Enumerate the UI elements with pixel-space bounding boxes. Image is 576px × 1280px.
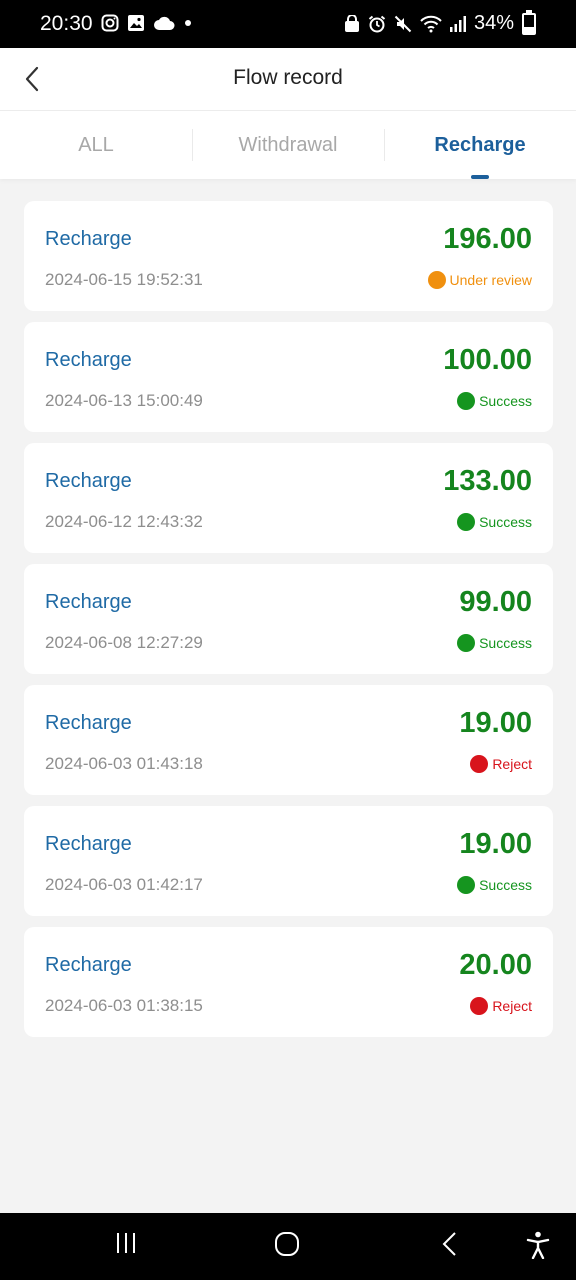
record-type: Recharge bbox=[45, 470, 132, 492]
record-type: Recharge bbox=[45, 228, 132, 250]
record-amount: 19.00 bbox=[459, 707, 532, 739]
filter-tabs: ALL Withdrawal Recharge bbox=[0, 111, 576, 179]
record-list: Recharge 2024-06-15 19:52:31 196.00 Unde… bbox=[24, 201, 553, 1048]
recent-apps-icon bbox=[117, 1233, 135, 1253]
status-label: Success bbox=[479, 393, 532, 409]
tab-label: ALL bbox=[78, 134, 114, 156]
tab-label: Recharge bbox=[434, 134, 526, 156]
app-header: Flow record bbox=[0, 48, 576, 111]
system-nav-bar bbox=[0, 1213, 576, 1280]
record-amount: 100.00 bbox=[443, 344, 532, 376]
wifi-icon bbox=[420, 15, 442, 32]
gallery-icon bbox=[128, 15, 144, 31]
record-type: Recharge bbox=[45, 591, 132, 613]
record-date: 2024-06-15 19:52:31 bbox=[45, 270, 203, 289]
record-amount: 99.00 bbox=[459, 586, 532, 618]
status-badge: Under review bbox=[427, 271, 532, 289]
mute-icon bbox=[394, 15, 412, 32]
status-badge: Success bbox=[457, 634, 532, 652]
status-label: Under review bbox=[449, 272, 532, 288]
home-icon bbox=[275, 1232, 299, 1256]
record-card[interactable]: Recharge 2024-06-03 01:43:18 19.00 Rejec… bbox=[24, 685, 553, 795]
active-tab-indicator bbox=[471, 175, 489, 179]
status-label: Success bbox=[479, 635, 532, 651]
record-card[interactable]: Recharge 2024-06-03 01:38:15 20.00 Rejec… bbox=[24, 927, 553, 1037]
cloud-icon bbox=[154, 16, 175, 30]
record-date: 2024-06-13 15:00:49 bbox=[45, 391, 203, 410]
record-date: 2024-06-03 01:43:18 bbox=[45, 754, 203, 773]
tab-withdrawal[interactable]: Withdrawal bbox=[192, 111, 384, 179]
page-title: Flow record bbox=[233, 66, 343, 89]
status-label: Success bbox=[479, 877, 532, 893]
lock-icon bbox=[344, 14, 359, 32]
status-badge: Success bbox=[457, 876, 532, 894]
status-right: 34% bbox=[344, 9, 536, 35]
tab-label: Withdrawal bbox=[238, 134, 338, 156]
record-amount: 196.00 bbox=[443, 223, 532, 255]
status-dot-icon bbox=[427, 271, 446, 289]
instagram-icon bbox=[101, 14, 119, 32]
status-dot-icon bbox=[457, 634, 476, 652]
accessibility-icon bbox=[526, 1231, 550, 1260]
status-badge: Success bbox=[457, 392, 532, 410]
status-dot-icon bbox=[457, 392, 476, 410]
battery-icon bbox=[522, 9, 536, 35]
tab-all[interactable]: ALL bbox=[0, 111, 192, 179]
record-date: 2024-06-12 12:43:32 bbox=[45, 512, 203, 531]
record-type: Recharge bbox=[45, 712, 132, 734]
record-type: Recharge bbox=[45, 954, 132, 976]
record-amount: 19.00 bbox=[459, 828, 532, 860]
battery-percent: 34% bbox=[473, 12, 514, 34]
alarm-icon bbox=[368, 15, 386, 32]
record-card[interactable]: Recharge 2024-06-08 12:27:29 99.00 Succe… bbox=[24, 564, 553, 674]
tab-recharge[interactable]: Recharge bbox=[384, 111, 576, 179]
record-date: 2024-06-03 01:42:17 bbox=[45, 875, 203, 894]
signal-icon bbox=[449, 15, 466, 32]
status-badge: Reject bbox=[470, 997, 532, 1015]
record-date: 2024-06-03 01:38:15 bbox=[45, 996, 203, 1015]
record-card[interactable]: Recharge 2024-06-13 15:00:49 100.00 Succ… bbox=[24, 322, 553, 432]
record-type: Recharge bbox=[45, 349, 132, 371]
record-type: Recharge bbox=[45, 833, 132, 855]
home-button[interactable] bbox=[274, 1231, 300, 1262]
status-badge: Success bbox=[457, 513, 532, 531]
back-chevron-icon bbox=[442, 1232, 456, 1256]
notification-icons bbox=[101, 14, 193, 32]
status-label: Success bbox=[479, 514, 532, 530]
accessibility-button[interactable] bbox=[526, 1231, 550, 1264]
recent-apps-button[interactable] bbox=[114, 1231, 138, 1260]
record-card[interactable]: Recharge 2024-06-15 19:52:31 196.00 Unde… bbox=[24, 201, 553, 311]
record-amount: 20.00 bbox=[459, 949, 532, 981]
status-badge: Reject bbox=[470, 755, 532, 773]
status-label: Reject bbox=[492, 998, 532, 1014]
dot-icon bbox=[185, 20, 191, 26]
system-back-button[interactable] bbox=[438, 1231, 462, 1262]
record-card[interactable]: Recharge 2024-06-03 01:42:17 19.00 Succe… bbox=[24, 806, 553, 916]
status-dot-icon bbox=[457, 876, 476, 894]
status-dot-icon bbox=[470, 755, 489, 773]
status-bar: 20:30 34% bbox=[0, 0, 576, 48]
status-dot-icon bbox=[470, 997, 489, 1015]
status-time: 20:30 bbox=[40, 12, 93, 35]
record-amount: 133.00 bbox=[443, 465, 532, 497]
record-card[interactable]: Recharge 2024-06-12 12:43:32 133.00 Succ… bbox=[24, 443, 553, 553]
status-dot-icon bbox=[457, 513, 476, 531]
record-date: 2024-06-08 12:27:29 bbox=[45, 633, 203, 652]
status-label: Reject bbox=[492, 756, 532, 772]
